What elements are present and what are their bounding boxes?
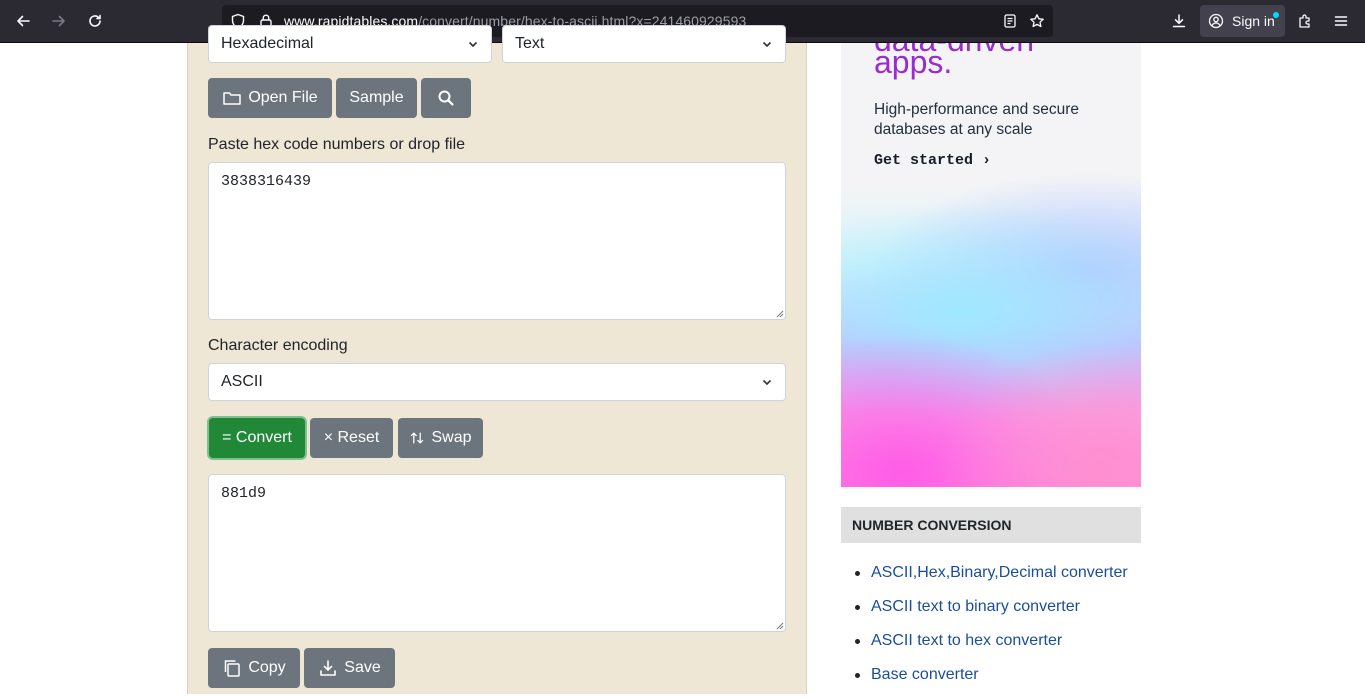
convert-button[interactable]: = Convert — [209, 418, 305, 458]
resize-grip-icon[interactable] — [774, 308, 784, 318]
sample-button[interactable]: Sample — [336, 78, 417, 118]
search-button[interactable] — [421, 78, 471, 118]
output-value: 881d9 — [221, 485, 267, 502]
puzzle-icon — [1299, 14, 1310, 28]
swap-button[interactable]: Swap — [398, 418, 483, 458]
menu-button[interactable] — [1326, 6, 1356, 36]
reader-view-icon[interactable] — [1002, 13, 1018, 29]
download-icon — [1172, 14, 1186, 28]
chevron-down-icon — [762, 379, 772, 386]
back-arrow-icon — [17, 15, 30, 27]
output-textarea[interactable]: 881d9 — [208, 474, 786, 632]
sidebar-link[interactable]: ASCII text to hex converter — [871, 632, 1062, 650]
open-file-button[interactable]: Open File — [208, 78, 332, 118]
bullet-icon — [855, 571, 860, 576]
resize-grip-icon[interactable] — [774, 620, 784, 630]
search-icon — [438, 90, 454, 106]
chevron-down-icon — [762, 41, 772, 48]
ad-subtext: High-performance and secure databases at… — [874, 101, 1080, 138]
list-item: ASCII,Hex,Binary,Decimal converter — [855, 564, 1128, 598]
reload-icon — [89, 14, 101, 27]
list-item: ASCII text to binary converter — [855, 598, 1128, 632]
save-download-icon — [320, 660, 337, 676]
bullet-icon — [855, 605, 860, 610]
list-item: ASCII text to hex converter — [855, 632, 1128, 666]
number-conversion-heading: NUMBER CONVERSION — [841, 507, 1141, 543]
swap-arrows-icon — [411, 432, 424, 444]
sidebar-link[interactable]: Base converter — [871, 666, 979, 684]
hex-input-textarea[interactable]: 3838316439 — [208, 162, 786, 320]
bullet-icon — [855, 673, 860, 678]
sign-in-label: Sign in — [1232, 13, 1275, 29]
ad-get-started-link[interactable]: Get started › — [874, 152, 991, 169]
number-conversion-list: ASCII,Hex,Binary,Decimal converter ASCII… — [855, 564, 1128, 700]
account-icon — [1208, 13, 1224, 29]
swap-label: Swap — [431, 429, 472, 446]
from-base-select[interactable]: Hexadecimal — [208, 25, 492, 63]
reset-label: × Reset — [323, 429, 380, 446]
open-file-label: Open File — [248, 89, 318, 106]
input-label: Paste hex code numbers or drop file — [208, 136, 466, 153]
extensions-button[interactable] — [1290, 6, 1320, 36]
chevron-down-icon — [468, 41, 478, 48]
folder-icon — [223, 92, 242, 105]
advertisement-banner[interactable]: data-driven apps. High-performance and s… — [841, 43, 1141, 487]
copy-icon — [225, 660, 241, 677]
sample-label: Sample — [349, 89, 404, 106]
list-item: Base converter — [855, 666, 1128, 700]
sidebar-link[interactable]: ASCII text to binary converter — [871, 598, 1080, 616]
forward-arrow-icon — [52, 15, 65, 27]
forward-button[interactable] — [44, 6, 74, 36]
to-base-select[interactable]: Text — [502, 25, 786, 63]
encoding-label: Character encoding — [208, 337, 348, 354]
encoding-value: ASCII — [221, 373, 263, 390]
encoding-select[interactable]: ASCII — [208, 363, 786, 401]
sign-in-button[interactable]: Sign in — [1200, 5, 1285, 37]
bookmark-star-icon[interactable] — [1029, 13, 1045, 29]
converter-panel: Hexadecimal Text Open File Sample Paste … — [187, 25, 807, 694]
convert-label: = Convert — [222, 429, 292, 446]
from-base-value: Hexadecimal — [221, 35, 314, 52]
copy-button[interactable]: Copy — [208, 648, 300, 688]
to-base-value: Text — [515, 35, 545, 52]
save-label: Save — [344, 659, 381, 676]
ad-headline: data-driven apps. — [874, 43, 1034, 79]
hamburger-menu-icon — [1334, 16, 1348, 26]
reload-button[interactable] — [80, 6, 110, 36]
bullet-icon — [855, 639, 860, 644]
hex-input-value: 3838316439 — [221, 173, 312, 190]
sidebar-link[interactable]: ASCII,Hex,Binary,Decimal converter — [871, 564, 1128, 582]
reset-button[interactable]: × Reset — [310, 418, 393, 458]
save-button[interactable]: Save — [304, 648, 395, 688]
notification-dot — [1273, 12, 1279, 18]
copy-label: Copy — [248, 659, 286, 676]
downloads-button[interactable] — [1164, 6, 1194, 36]
back-button[interactable] — [8, 6, 38, 36]
ad-headline-top: data-driven — [874, 43, 1034, 57]
